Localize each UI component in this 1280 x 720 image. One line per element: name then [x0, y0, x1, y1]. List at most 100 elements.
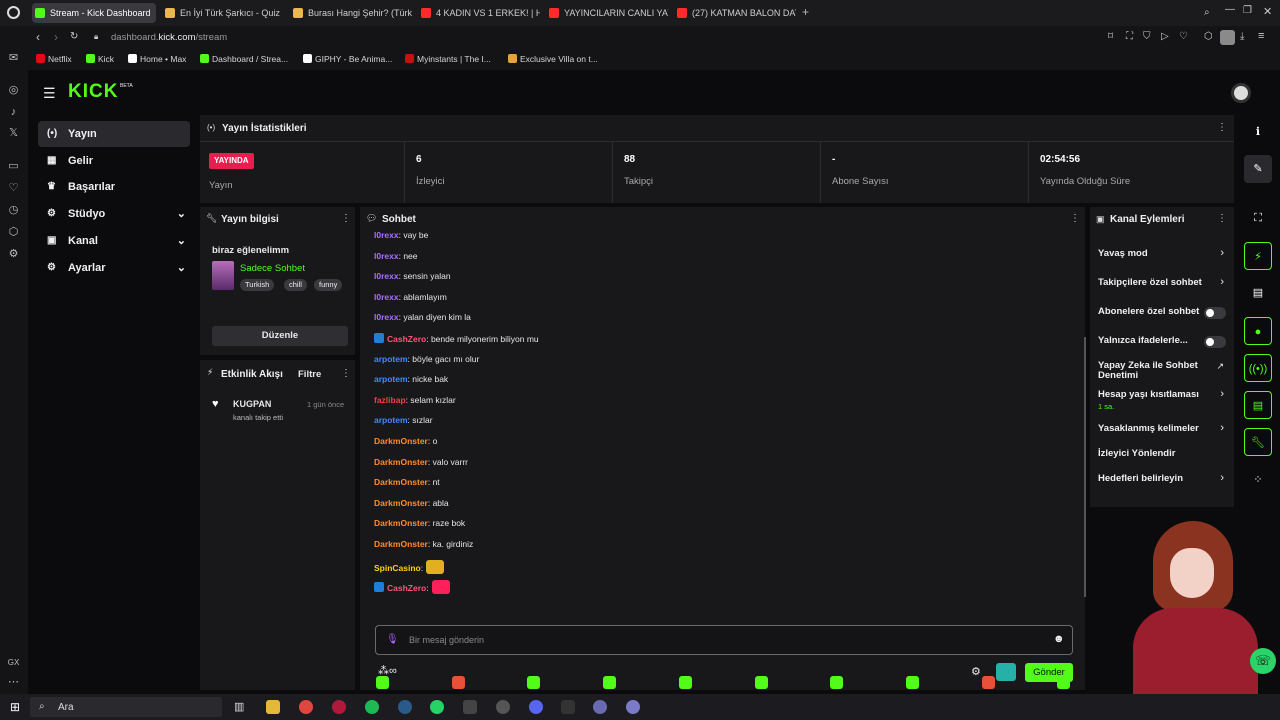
info-icon[interactable]: ℹ — [1244, 118, 1272, 146]
lightning-icon[interactable]: ⚡︎ — [1244, 242, 1272, 270]
stream-tag[interactable]: chill — [284, 279, 307, 291]
restore-icon[interactable]: ❐ — [1243, 5, 1252, 16]
emote-quick-icon[interactable] — [905, 676, 919, 689]
layout-icon[interactable]: ▤ — [1244, 391, 1272, 419]
whatsapp-icon[interactable] — [430, 700, 444, 714]
search-tabs-icon[interactable]: ⌕ — [1204, 7, 1210, 18]
chat-menu-icon[interactable]: ⋮ — [1070, 214, 1080, 224]
emote-quick-icon[interactable] — [830, 676, 844, 689]
vtuber-app-icon[interactable] — [593, 700, 607, 714]
chat-username[interactable]: arpotem — [374, 354, 408, 364]
chat-username[interactable]: DarkmOnster — [374, 518, 428, 528]
profile-avatar[interactable] — [1220, 30, 1235, 45]
settings-icon[interactable]: ⚙ — [7, 248, 20, 261]
emote-quick-icon[interactable] — [376, 676, 389, 689]
minimize-icon[interactable]: — — [1225, 4, 1235, 15]
another-app-icon[interactable] — [626, 700, 640, 714]
toggle-switch[interactable] — [1204, 307, 1226, 319]
menu-icon[interactable]: ≡ — [1258, 30, 1264, 42]
gx-icon[interactable]: GX — [7, 656, 20, 669]
url-field[interactable]: dashboard.kick.com/stream — [111, 32, 227, 43]
close-window-icon[interactable]: ✕ — [1263, 5, 1272, 18]
chat-username[interactable]: DarkmOnster — [374, 498, 428, 508]
filter-button[interactable]: Filtre — [298, 369, 321, 380]
bookmark-icon[interactable]: ⌑ — [1108, 31, 1113, 42]
new-tab-button[interactable]: + — [802, 5, 809, 19]
bookmark-item[interactable]: Netflix — [36, 54, 72, 64]
chat-username[interactable]: l0rexx — [374, 292, 399, 302]
browser-tab[interactable]: (27) KATMAN BALON DAT — [674, 3, 796, 23]
chat-scrollbar[interactable] — [1084, 337, 1086, 597]
nav-item[interactable]: ▣ Kanal ⌄ — [38, 228, 190, 254]
chat-username[interactable]: SpinCasino — [374, 563, 421, 573]
channel-action-item[interactable]: Takipçilere özel sohbet › — [1090, 276, 1234, 300]
cube-icon[interactable]: ⬡ — [7, 226, 20, 239]
history-icon[interactable]: ◷ — [7, 204, 20, 217]
bookmark-item[interactable]: Kick — [86, 54, 114, 64]
aria-icon[interactable]: ◎ — [7, 84, 20, 97]
obs-icon[interactable] — [496, 700, 510, 714]
favorites-icon[interactable]: ♡ — [7, 182, 20, 195]
chat-username[interactable]: arpotem — [374, 374, 408, 384]
broadcast-toggle-icon[interactable]: ((•)) — [1244, 354, 1272, 382]
spotify-icon[interactable] — [365, 700, 379, 714]
discord-icon[interactable] — [529, 700, 543, 714]
tools-icon[interactable]: 🔧︎ — [1244, 428, 1272, 456]
chat-username[interactable]: l0rexx — [374, 251, 399, 261]
stream-tag[interactable]: funny — [314, 279, 343, 291]
play-icon[interactable]: ▷ — [1161, 31, 1169, 42]
document-icon[interactable]: ▤ — [1244, 279, 1272, 307]
channel-action-item[interactable]: Yapay Zeka ile Sohbet Denetimi ↗ — [1090, 361, 1234, 383]
taskbar-search[interactable]: ⌕ Ara — [30, 697, 222, 717]
stream-info-menu-icon[interactable]: ⋮ — [341, 214, 351, 224]
channel-action-item[interactable]: İzleyici Yönlendir — [1090, 449, 1234, 471]
emote-quick-icon[interactable] — [603, 676, 617, 689]
extensions-icon[interactable]: ⬡ — [1204, 31, 1213, 42]
channel-action-item[interactable]: Yavaş mod › — [1090, 247, 1234, 271]
user-avatar[interactable] — [1231, 83, 1251, 103]
emoji-icon[interactable]: ☻ — [1053, 633, 1065, 645]
browser-tab[interactable]: 4 KADIN VS 1 ERKEK! | Ha — [418, 3, 540, 23]
nav-item[interactable]: ⚙ Ayarlar ⌄ — [38, 255, 190, 281]
activity-menu-icon[interactable]: ⋮ — [341, 369, 351, 379]
messenger-icon[interactable]: ✉ — [7, 52, 20, 65]
browser-tab[interactable]: Burası Hangi Şehir? (Türk — [290, 3, 412, 23]
channel-action-item[interactable]: Yalnızca ifadelerle... — [1090, 336, 1234, 358]
channel-actions-menu-icon[interactable]: ⋮ — [1217, 214, 1227, 224]
edit-button[interactable]: Düzenle — [212, 326, 348, 346]
channel-action-item[interactable]: Hesap yaşı kısıtlaması 1 sa. › — [1090, 388, 1234, 412]
screenshot-icon[interactable]: ⛶ — [1126, 31, 1133, 42]
more-icon[interactable]: ⋯ — [7, 676, 20, 689]
bookmark-item[interactable]: Dashboard / Strea... — [200, 54, 288, 64]
nav-item[interactable]: ♛ Başarılar — [38, 174, 190, 200]
bookmark-item[interactable]: Home • Max — [128, 54, 186, 64]
chat-username[interactable]: DarkmOnster — [374, 436, 428, 446]
bookmark-item[interactable]: GIPHY - Be Anima... — [303, 54, 392, 64]
apps-icon[interactable]: ⁘ — [1244, 466, 1272, 494]
channel-action-item[interactable]: Yasaklanmış kelimeler › — [1090, 422, 1234, 446]
chat-username[interactable]: l0rexx — [374, 312, 399, 322]
forward-icon[interactable]: › — [54, 30, 58, 44]
file-explorer-icon[interactable] — [266, 700, 280, 714]
emote-quick-icon[interactable] — [678, 676, 692, 689]
steam-icon[interactable] — [398, 700, 412, 714]
chat-bubble-icon[interactable]: ☏ — [1250, 648, 1276, 674]
heart-icon[interactable]: ♡ — [1179, 31, 1188, 42]
reload-icon[interactable]: ↻ — [70, 31, 78, 42]
category-name[interactable]: Sadece Sohbet — [240, 263, 305, 274]
chrome-icon[interactable] — [299, 700, 313, 714]
wallet-icon[interactable]: ▭ — [7, 160, 20, 173]
chat-toggle-icon[interactable]: ● — [1244, 317, 1272, 345]
chat-username[interactable]: DarkmOnster — [374, 539, 428, 549]
chat-username[interactable]: l0rexx — [374, 271, 399, 281]
hamburger-icon[interactable]: ☰ — [43, 85, 56, 102]
chat-settings-icon[interactable]: ⚙ — [971, 665, 981, 678]
browser-tab[interactable]: En İyi Türk Şarkıcı - Quiz — [162, 3, 284, 23]
app-icon[interactable] — [561, 700, 575, 714]
edit-icon[interactable]: ✎ — [1244, 155, 1272, 183]
download-icon[interactable]: ⤓ — [1240, 31, 1244, 42]
emote-quick-icon[interactable] — [981, 676, 995, 689]
chat-username[interactable]: fazlibap — [374, 395, 406, 405]
chat-username[interactable]: DarkmOnster — [374, 477, 428, 487]
channel-action-item[interactable]: Hedefleri belirleyin › — [1090, 472, 1234, 496]
